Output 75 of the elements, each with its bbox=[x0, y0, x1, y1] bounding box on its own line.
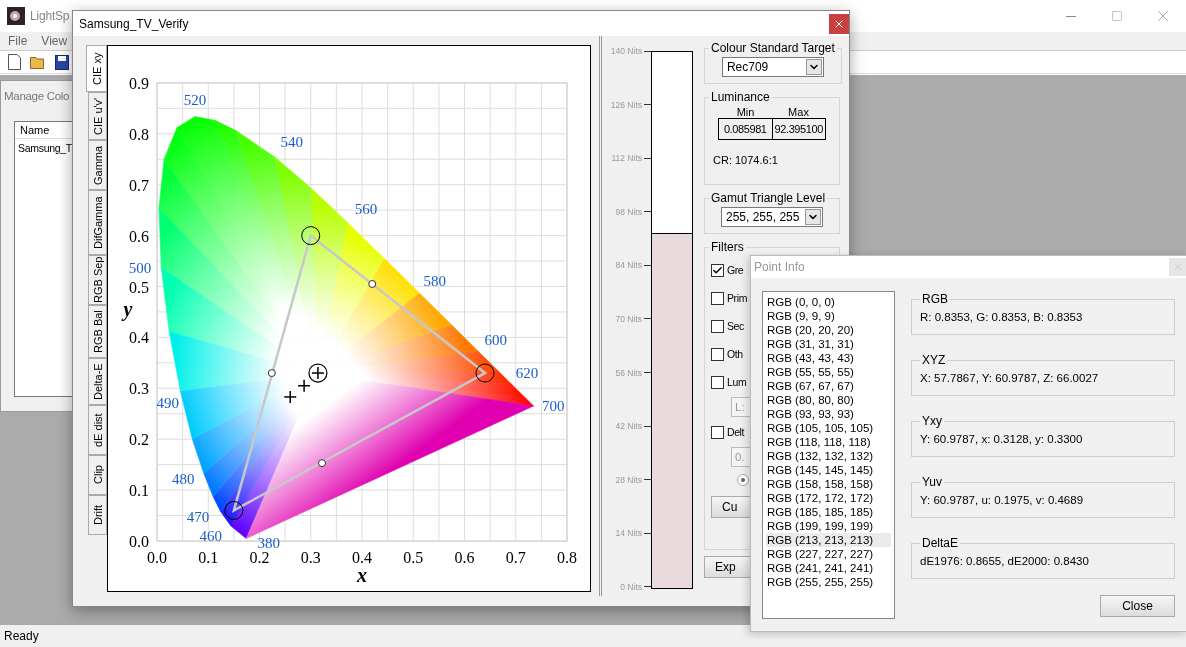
column-label: Min bbox=[735, 106, 756, 118]
wavelength-label: 560 bbox=[354, 201, 378, 218]
checkbox-label: Oth bbox=[727, 348, 743, 360]
x-tick-label: 0.5 bbox=[403, 549, 424, 566]
wavelength-label: 380 bbox=[257, 535, 280, 551]
wavelength-label: 480 bbox=[171, 470, 195, 487]
window-title: LightSp bbox=[30, 9, 70, 23]
group-title: Filters bbox=[710, 240, 745, 254]
nits-scale-label: 84 Nits bbox=[615, 259, 651, 272]
dialog-title: Samsung_TV_Verify bbox=[79, 16, 190, 31]
value-text: Y: 60.9787, x: 0.3128, y: 0.3300 bbox=[920, 433, 1083, 445]
x-tick-label: 0.0 bbox=[147, 549, 167, 566]
nits-scale-label: 56 Nits bbox=[615, 366, 651, 379]
nits-scale-label: 14 Nits bbox=[615, 527, 651, 540]
wavelength-label: 600 bbox=[484, 331, 507, 348]
status-text: Ready bbox=[4, 629, 39, 643]
wavelength-label: 700 bbox=[541, 397, 565, 414]
value-text: dE1976: 0.8655, dE2000: 0.8430 bbox=[920, 555, 1089, 567]
wavelength-label: 460 bbox=[199, 527, 223, 544]
x-tick-label: 0.4 bbox=[352, 549, 372, 566]
checkbox-label: Sec bbox=[727, 320, 744, 332]
nits-scale-label: 70 Nits bbox=[615, 312, 651, 325]
nits-scale-label: 112 Nits bbox=[611, 152, 651, 165]
group-title: RGB bbox=[921, 292, 949, 306]
nits-scale-label: 0 Nits bbox=[620, 580, 651, 593]
group-title: Gamut Triangle Level bbox=[710, 191, 827, 205]
checkbox-label: Prim bbox=[727, 292, 747, 304]
x-tick-label: 0.2 bbox=[249, 549, 270, 566]
checkbox-label: Gre bbox=[727, 264, 744, 276]
x-tick-label: 0.8 bbox=[557, 549, 577, 566]
y-tick-label: 0.5 bbox=[129, 278, 149, 296]
y-tick-label: 0.2 bbox=[129, 431, 149, 449]
wavelength-label: 500 bbox=[128, 259, 152, 276]
checkbox-label: Delt bbox=[727, 426, 745, 438]
child-window-title: Manage Colo bbox=[3, 89, 71, 104]
checkbox-label: Lum bbox=[727, 376, 747, 388]
x-tick-label: 0.6 bbox=[454, 549, 475, 566]
group-title: XYZ bbox=[921, 353, 947, 367]
group-title: DeltaE bbox=[921, 536, 960, 550]
wavelength-label: 540 bbox=[280, 133, 304, 150]
y-tick-label: 0.7 bbox=[129, 176, 149, 194]
y-axis-title: y bbox=[123, 298, 133, 320]
y-tick-label: 0.1 bbox=[129, 482, 149, 500]
y-tick-label: 0.9 bbox=[129, 74, 149, 92]
group-title: Colour Standard Target bbox=[710, 41, 836, 55]
y-tick-label: 0.0 bbox=[129, 533, 149, 550]
group-title: Yuv bbox=[921, 475, 943, 489]
window-title: Point Info bbox=[754, 260, 806, 274]
wavelength-label: 490 bbox=[156, 394, 179, 411]
nits-scale-label: 28 Nits bbox=[615, 473, 651, 486]
y-tick-label: 0.8 bbox=[129, 125, 149, 143]
group-title: Luminance bbox=[710, 90, 771, 104]
x-tick-label: 0.3 bbox=[300, 549, 321, 566]
x-tick-label: 0.7 bbox=[505, 549, 526, 566]
wavelength-label: 520 bbox=[183, 92, 207, 109]
x-axis-title: x bbox=[357, 564, 367, 586]
column-label: Max bbox=[787, 106, 810, 118]
nits-scale-label: 140 Nits bbox=[610, 45, 651, 57]
value-text: R: 0.8353, G: 0.8353, B: 0.8353 bbox=[920, 311, 1083, 323]
group-title: Yxy bbox=[921, 414, 943, 428]
value-text: X: 57.7867, Y: 60.9787, Z: 66.0027 bbox=[920, 372, 1099, 384]
y-tick-label: 0.3 bbox=[129, 380, 149, 398]
y-tick-label: 0.6 bbox=[129, 227, 149, 245]
nits-scale-label: 42 Nits bbox=[615, 420, 651, 433]
contrast-ratio-text: CR: 1074.6:1 bbox=[713, 154, 778, 166]
table-cell: 92.395100 bbox=[771, 119, 825, 139]
wavelength-label: 470 bbox=[186, 509, 210, 526]
wavelength-label: 580 bbox=[423, 272, 446, 289]
table-cell-text: 0.085981 bbox=[722, 122, 768, 137]
wavelength-label: 620 bbox=[515, 365, 539, 381]
value-text: Y: 60.9787, u: 0.1975, v: 0.4689 bbox=[920, 494, 1084, 506]
nits-scale-label: 98 Nits bbox=[615, 205, 651, 218]
x-tick-label: 0.1 bbox=[198, 549, 219, 566]
nits-scale-label: 126 Nits bbox=[610, 98, 651, 111]
y-tick-label: 0.4 bbox=[129, 329, 149, 347]
